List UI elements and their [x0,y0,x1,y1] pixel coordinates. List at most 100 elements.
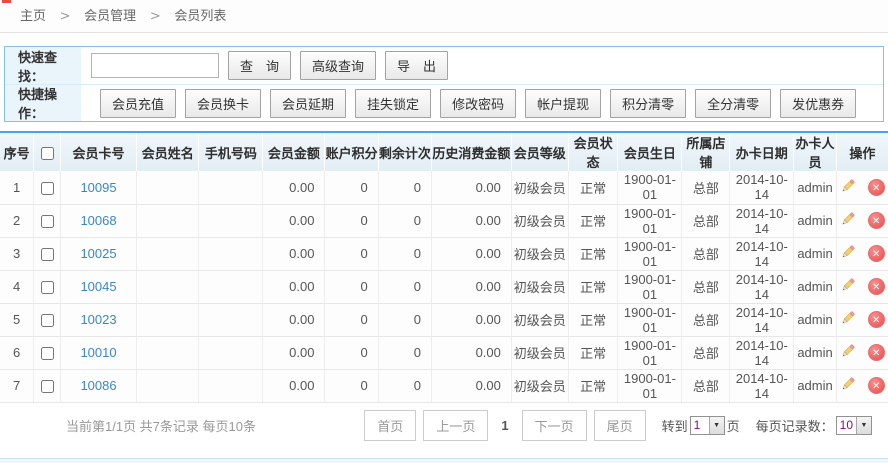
goto-page-select[interactable]: 1 ▼ [690,416,725,435]
current-page-number: 1 [501,418,508,433]
row-checkbox[interactable] [41,281,54,294]
quick-ops-content: 会员充值 会员换卡 会员延期 挂失锁定 修改密码 帐户提现 积分清零 全分清零 … [81,89,856,118]
row-card-no-cell: 10023 [60,303,136,336]
table-row: 3 10025 0.00 0 0 0.00 初级会员 正常 1900-01-01… [0,237,888,270]
edit-pencil-icon[interactable] [840,343,856,362]
delete-icon[interactable]: ✕ [868,212,885,229]
select-all-checkbox[interactable] [41,147,54,160]
breadcrumb-home[interactable]: 主页 [20,8,46,23]
member-extend-button[interactable]: 会员延期 [270,89,346,118]
row-checkbox[interactable] [41,347,54,360]
table-body: 1 10095 0.00 0 0 0.00 初级会员 正常 1900-01-01… [0,171,888,402]
card-no-link[interactable]: 10025 [80,246,116,261]
row-operations: ✕ [836,369,888,402]
member-list-page: 主页 > 会员管理 > 会员列表 快速查找： 查 询 高级查询 导 出 快捷操作… [0,0,888,463]
delete-icon[interactable]: ✕ [868,377,885,394]
report-loss-lock-button[interactable]: 挂失锁定 [355,89,431,118]
row-checkbox[interactable] [41,215,54,228]
table-header: 序号 会员卡号 会员姓名 手机号码 会员金额 账户积分 剩余计次 历史消费金额 … [0,132,888,171]
edit-pencil-icon[interactable] [840,277,856,296]
member-change-card-button[interactable]: 会员换卡 [185,89,261,118]
delete-icon[interactable]: ✕ [868,278,885,295]
row-operations: ✕ [836,270,888,303]
edit-pencil-icon[interactable] [840,244,856,263]
row-level: 初级会员 [511,171,568,204]
card-no-link[interactable]: 10068 [80,213,116,228]
prev-page-button[interactable]: 上一页 [423,410,488,441]
row-operations: ✕ [836,237,888,270]
breadcrumb: 主页 > 会员管理 > 会员列表 [0,0,888,33]
search-button[interactable]: 查 询 [228,51,291,80]
row-checkbox-cell [34,369,61,402]
member-recharge-button[interactable]: 会员充值 [100,89,176,118]
page-size-select[interactable]: 10 ▼ [836,416,872,435]
card-no-link[interactable]: 10010 [80,345,116,360]
card-no-link[interactable]: 10095 [80,180,116,195]
send-coupon-button[interactable]: 发优惠券 [780,89,856,118]
quick-search-row: 快速查找： 查 询 高级查询 导 出 [5,47,883,84]
breadcrumb-member-list: 会员列表 [174,8,226,23]
row-points: 0 [325,270,378,303]
row-store: 总部 [682,270,730,303]
row-card-no-cell: 10086 [60,369,136,402]
edit-pencil-icon[interactable] [840,310,856,329]
clear-all-points-button[interactable]: 全分清零 [695,89,771,118]
row-phone [199,237,263,270]
row-store: 总部 [682,303,730,336]
row-index: 7 [0,369,34,402]
row-level: 初级会员 [511,204,568,237]
row-index: 5 [0,303,34,336]
advanced-search-button[interactable]: 高级查询 [300,51,376,80]
row-status: 正常 [568,303,618,336]
chevron-down-icon: ▼ [856,417,871,434]
row-phone [199,270,263,303]
header-store: 所属店铺 [682,132,730,171]
row-card-date: 2014-10-14 [730,204,794,237]
first-page-button[interactable]: 首页 [364,410,416,441]
row-status: 正常 [568,270,618,303]
header-name: 会员姓名 [137,132,199,171]
edit-pencil-icon[interactable] [840,376,856,395]
edit-pencil-icon[interactable] [840,211,856,230]
row-times-left: 0 [378,369,431,402]
clear-points-button[interactable]: 积分清零 [610,89,686,118]
row-operator: admin [794,204,837,237]
row-status: 正常 [568,237,618,270]
row-checkbox[interactable] [41,314,54,327]
account-withdraw-button[interactable]: 帐户提现 [525,89,601,118]
export-button[interactable]: 导 出 [385,51,448,80]
row-points: 0 [325,204,378,237]
row-operations: ✕ [836,171,888,204]
row-operator: admin [794,171,837,204]
chevron-down-icon: ▼ [709,417,724,434]
table-row: 2 10068 0.00 0 0 0.00 初级会员 正常 1900-01-01… [0,204,888,237]
card-no-link[interactable]: 10086 [80,378,116,393]
last-page-button[interactable]: 尾页 [594,410,646,441]
row-store: 总部 [682,336,730,369]
delete-icon[interactable]: ✕ [868,245,885,262]
table-row: 7 10086 0.00 0 0 0.00 初级会员 正常 1900-01-01… [0,369,888,402]
card-no-link[interactable]: 10045 [80,279,116,294]
card-no-link[interactable]: 10023 [80,312,116,327]
row-store: 总部 [682,237,730,270]
delete-icon[interactable]: ✕ [868,179,885,196]
table-row: 5 10023 0.00 0 0 0.00 初级会员 正常 1900-01-01… [0,303,888,336]
row-checkbox[interactable] [41,380,54,393]
row-name [137,204,199,237]
delete-icon[interactable]: ✕ [868,344,885,361]
bottom-divider [0,458,888,463]
page-size-value: 10 [837,417,856,434]
row-operations: ✕ [836,303,888,336]
header-card-date: 办卡日期 [730,132,794,171]
row-checkbox[interactable] [41,182,54,195]
next-page-button[interactable]: 下一页 [522,410,587,441]
breadcrumb-member-management[interactable]: 会员管理 [84,8,136,23]
row-times-left: 0 [378,237,431,270]
change-password-button[interactable]: 修改密码 [440,89,516,118]
search-input[interactable] [91,53,219,78]
row-times-left: 0 [378,171,431,204]
delete-icon[interactable]: ✕ [868,311,885,328]
row-level: 初级会员 [511,369,568,402]
edit-pencil-icon[interactable] [840,178,856,197]
row-checkbox[interactable] [41,248,54,261]
